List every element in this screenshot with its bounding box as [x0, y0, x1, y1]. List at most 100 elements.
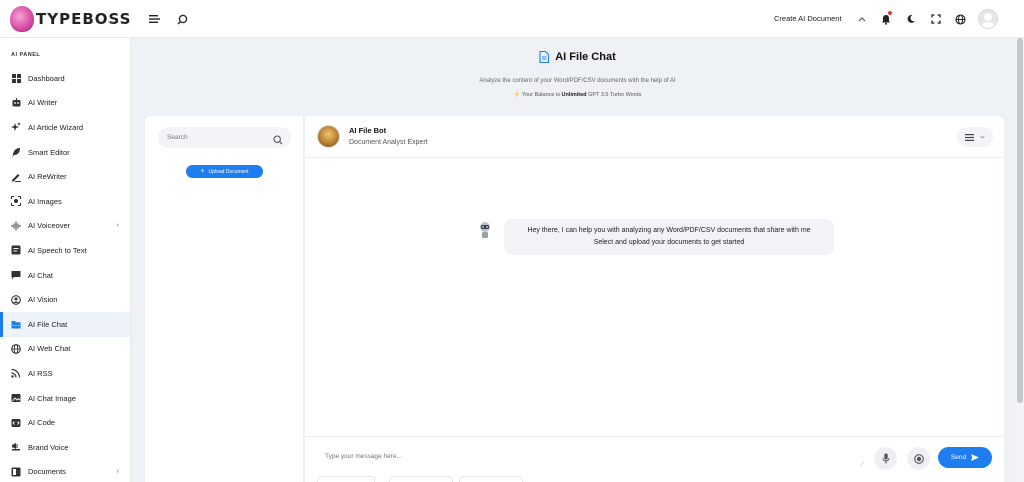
sidebar: AI PANEL Dashboard AI Writer AI Article …: [0, 38, 131, 482]
theme-toggle-icon[interactable]: [903, 11, 919, 27]
menu-toggle-icon[interactable]: [146, 11, 162, 27]
sidebar-item-label: Brand Voice: [28, 442, 69, 452]
page-subtitle: Analyze the content of your Word/PDF/CSV…: [479, 78, 676, 84]
sidebar-item-label: AI Chat Image: [28, 393, 76, 403]
sidebar-item-label: AI Article Wizard: [28, 122, 84, 132]
globe-icon: [11, 343, 21, 354]
page-title-text: AI File Chat: [555, 51, 616, 63]
sidebar-item-brand-voice[interactable]: Brand Voice: [0, 435, 130, 460]
send-label: Send: [950, 454, 967, 461]
sidebar-item-ai-chat-image[interactable]: AI Chat Image: [0, 386, 130, 411]
send-arrow-icon: [971, 454, 980, 461]
language-globe-icon[interactable]: [952, 11, 968, 27]
speech-icon: [11, 245, 21, 255]
fullscreen-icon[interactable]: [928, 11, 944, 27]
bot-avatar: [317, 125, 340, 148]
sidebar-item-label: AI RSS: [28, 368, 53, 378]
create-ai-document-link[interactable]: Create AI Document: [774, 14, 842, 23]
dashboard-icon: [11, 73, 21, 83]
sidebar-item-label: AI Writer: [28, 98, 58, 108]
sidebar-item-label: AI Vision: [28, 295, 58, 305]
sparkle-icon: [11, 122, 21, 132]
sidebar-item-ai-writer[interactable]: AI Writer: [0, 91, 130, 116]
sidebar-section-title: AI PANEL: [11, 52, 41, 58]
balance-value: Unlimited: [561, 92, 587, 98]
sidebar-item-ai-vision[interactable]: AI Vision: [0, 287, 130, 312]
prompt-chip[interactable]: [459, 476, 523, 482]
chevron-down-icon: [980, 135, 985, 139]
sidebar-item-smart-editor[interactable]: Smart Editor: [0, 140, 130, 165]
sidebar-item-dashboard[interactable]: Dashboard: [0, 66, 130, 91]
balance-prefix: Your Balance is: [521, 92, 560, 98]
code-icon: [11, 418, 21, 428]
top-header: TYPEBOSS v.6 Create AI Document: [0, 0, 1024, 38]
microphone-icon: [882, 453, 889, 464]
stop-button[interactable]: [907, 447, 930, 470]
sidebar-item-ai-article-wizard[interactable]: AI Article Wizard: [0, 115, 130, 140]
search-input[interactable]: [158, 127, 268, 148]
balance-suffix: GPT 3.5 Turbo Words: [588, 92, 642, 98]
send-button[interactable]: Send: [938, 447, 992, 468]
folder-icon: [11, 319, 21, 329]
robot-avatar-icon: [477, 221, 493, 239]
sidebar-item-ai-web-chat[interactable]: AI Web Chat: [0, 337, 130, 362]
resize-handle-icon[interactable]: ⟋: [860, 462, 864, 469]
chat-image-icon: [11, 393, 21, 403]
chat-header: AI File Bot Document Analyst Expert: [305, 116, 1004, 158]
chevron-up-icon[interactable]: [854, 11, 870, 27]
stop-icon: [913, 453, 924, 464]
app-logo[interactable]: TYPEBOSS: [10, 4, 131, 34]
message-line-1: Hey there, I can help you with analyzing…: [527, 227, 811, 234]
sidebar-item-ai-rss[interactable]: AI RSS: [0, 361, 130, 386]
image-icon: [11, 196, 21, 207]
search-icon[interactable]: [174, 11, 190, 27]
logo-text: TYPEBOSS: [36, 10, 132, 28]
scrollbar-thumb[interactable]: [1017, 38, 1023, 403]
logo-version: v.6: [108, 19, 114, 24]
sidebar-item-label: Documents: [28, 467, 66, 477]
page-scrollbar[interactable]: [1016, 38, 1024, 482]
sidebar-item-ai-code[interactable]: AI Code: [0, 410, 130, 435]
plus-icon: +: [200, 168, 205, 175]
upload-document-button[interactable]: + Upload Document: [186, 165, 263, 178]
logo-mark-icon: [10, 6, 34, 32]
sidebar-item-ai-rewriter[interactable]: AI ReWriter: [0, 164, 130, 189]
search-icon[interactable]: [273, 132, 283, 150]
prompt-chip[interactable]: [317, 476, 375, 482]
edit-icon: [11, 172, 21, 182]
sidebar-item-label: Smart Editor: [28, 147, 70, 157]
chat-panel: AI File Bot Document Analyst Expert Hey …: [305, 116, 1004, 482]
sidebar-item-ai-chat[interactable]: AI Chat: [0, 263, 130, 288]
microphone-button[interactable]: [874, 447, 897, 470]
upload-document-label: Upload Document: [208, 168, 249, 175]
message-input[interactable]: [317, 447, 869, 471]
message-line-2: Select and upload your documents to get …: [593, 239, 745, 246]
sidebar-item-label: AI Web Chat: [28, 344, 71, 354]
sidebar-item-label: AI Voiceover: [28, 221, 71, 231]
chat-options-button[interactable]: [957, 127, 993, 147]
sidebar-item-label: AI Code: [28, 418, 56, 428]
prompt-chip[interactable]: [389, 476, 453, 482]
sidebar-item-ai-images[interactable]: AI Images: [0, 189, 130, 214]
chat-icon: [11, 270, 21, 280]
sidebar-item-label: Dashboard: [28, 73, 65, 83]
notification-dot: [888, 11, 892, 15]
sidebar-item-documents[interactable]: Documents ›: [0, 460, 130, 482]
message-bubble: Hey there, I can help you with analyzing…: [504, 219, 834, 255]
chevron-right-icon: ›: [116, 467, 119, 475]
page-title: AI File Chat: [539, 51, 616, 63]
page-heading: AI File Chat Analyze the content of your…: [131, 50, 1024, 98]
sidebar-item-ai-speech-to-text[interactable]: AI Speech to Text: [0, 238, 130, 263]
lightning-icon: ⚡: [513, 92, 521, 98]
sidebar-menu: Dashboard AI Writer AI Article Wizard Sm…: [0, 66, 130, 482]
sidebar-item-label: AI Speech to Text: [28, 245, 87, 255]
user-avatar[interactable]: [978, 9, 998, 29]
sidebar-item-label: AI ReWriter: [28, 172, 67, 182]
sidebar-item-ai-voiceover[interactable]: AI Voiceover ›: [0, 214, 130, 239]
sidebar-item-ai-file-chat[interactable]: AI File Chat: [0, 311, 130, 337]
feather-icon: [11, 147, 21, 157]
documents-panel: + Upload Document: [145, 116, 304, 482]
robot-icon: [11, 98, 21, 108]
list-icon: [965, 133, 974, 141]
bot-role: Document Analyst Expert: [349, 139, 428, 146]
